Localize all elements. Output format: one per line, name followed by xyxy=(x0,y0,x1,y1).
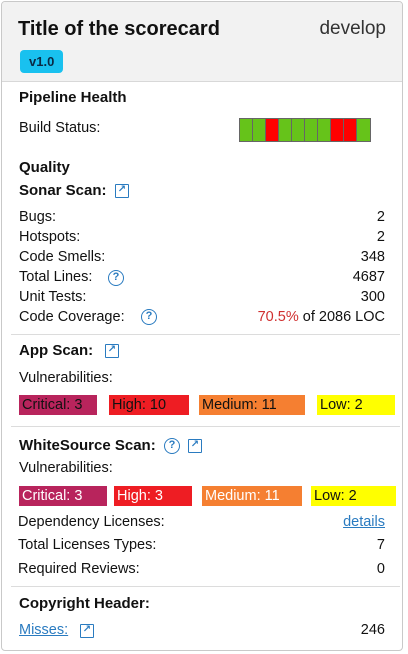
required-reviews-value: 0 xyxy=(376,561,385,577)
app-low-chip: Low: 2 xyxy=(317,395,395,415)
total-lines-help-icon[interactable]: ? xyxy=(108,270,124,286)
version-badge: v1.0 xyxy=(20,50,64,73)
scorecard-title: Title of the scorecard xyxy=(18,18,220,40)
build-status-green[interactable] xyxy=(279,119,292,141)
bugs-label: Bugs: xyxy=(19,209,57,225)
scorecard: Title of the scorecard develop v1.0 Pipe… xyxy=(1,1,403,651)
dependency-details-link[interactable]: details xyxy=(343,514,385,530)
dependency-licenses-label: Dependency Licenses: xyxy=(18,514,165,530)
divider xyxy=(11,586,400,587)
app-high-chip: High: 10 xyxy=(109,395,189,415)
whitesource-help-icon[interactable]: ? xyxy=(164,438,180,454)
sonar-scan-title: Sonar Scan: xyxy=(19,182,107,199)
app-scan-external-link-icon[interactable]: ↗ xyxy=(105,344,119,358)
code-smells-label: Code Smells: xyxy=(19,249,106,265)
build-status-green[interactable] xyxy=(357,119,370,141)
sonar-external-link-icon[interactable]: ↗ xyxy=(115,184,129,198)
ws-medium-chip: Medium: 11 xyxy=(202,486,302,506)
code-coverage-label: Code Coverage: xyxy=(19,309,125,325)
total-lines-label: Total Lines: xyxy=(19,269,93,285)
app-scan-title: App Scan: xyxy=(19,342,94,359)
whitesource-title: WhiteSource Scan: xyxy=(19,437,156,454)
ws-high-chip: High: 3 xyxy=(114,486,192,506)
pipeline-health-title: Pipeline Health xyxy=(19,89,127,106)
hotspots-value: 2 xyxy=(376,229,385,245)
ws-low-chip: Low: 2 xyxy=(311,486,396,506)
divider xyxy=(11,426,400,427)
code-coverage-help-icon[interactable]: ? xyxy=(141,309,157,325)
misses-link[interactable]: Misses: xyxy=(19,622,68,638)
code-smells-value: 348 xyxy=(360,249,385,265)
total-licenses-types-label: Total Licenses Types: xyxy=(18,537,157,553)
unit-tests-label: Unit Tests: xyxy=(19,289,87,305)
build-status-red[interactable] xyxy=(331,119,344,141)
quality-title: Quality xyxy=(19,159,70,176)
build-status-bar xyxy=(239,118,371,142)
copyright-header-title: Copyright Header: xyxy=(19,595,150,612)
build-status-green[interactable] xyxy=(318,119,331,141)
hotspots-label: Hotspots: xyxy=(19,229,81,245)
build-status-green[interactable] xyxy=(292,119,305,141)
app-medium-chip: Medium: 11 xyxy=(199,395,305,415)
total-lines-value: 4687 xyxy=(352,269,385,285)
ws-critical-chip: Critical: 3 xyxy=(19,486,107,506)
whitesource-external-link-icon[interactable]: ↗ xyxy=(188,439,202,453)
divider xyxy=(11,334,400,335)
misses-external-link-icon[interactable]: ↗ xyxy=(80,624,94,638)
build-status-label: Build Status: xyxy=(19,120,101,136)
branch-name: develop xyxy=(319,18,386,39)
coverage-percent: 70.5% xyxy=(257,309,299,325)
coverage-loc: of 2086 LOC xyxy=(302,309,385,325)
build-status-green[interactable] xyxy=(305,119,318,141)
scorecard-header: Title of the scorecard develop v1.0 xyxy=(2,2,402,82)
build-status-green[interactable] xyxy=(240,119,253,141)
app-critical-chip: Critical: 3 xyxy=(19,395,97,415)
required-reviews-label: Required Reviews: xyxy=(18,561,140,577)
build-status-red[interactable] xyxy=(344,119,357,141)
build-status-green[interactable] xyxy=(253,119,266,141)
unit-tests-value: 300 xyxy=(360,289,385,305)
code-coverage-value: 70.5% of 2086 LOC xyxy=(258,309,385,325)
build-status-red[interactable] xyxy=(266,119,279,141)
whitesource-vulnerabilities-label: Vulnerabilities: xyxy=(19,460,113,476)
bugs-value: 2 xyxy=(376,209,385,225)
total-licenses-types-value: 7 xyxy=(376,537,385,553)
misses-value: 246 xyxy=(360,622,385,638)
app-scan-vulnerabilities-label: Vulnerabilities: xyxy=(19,370,113,386)
